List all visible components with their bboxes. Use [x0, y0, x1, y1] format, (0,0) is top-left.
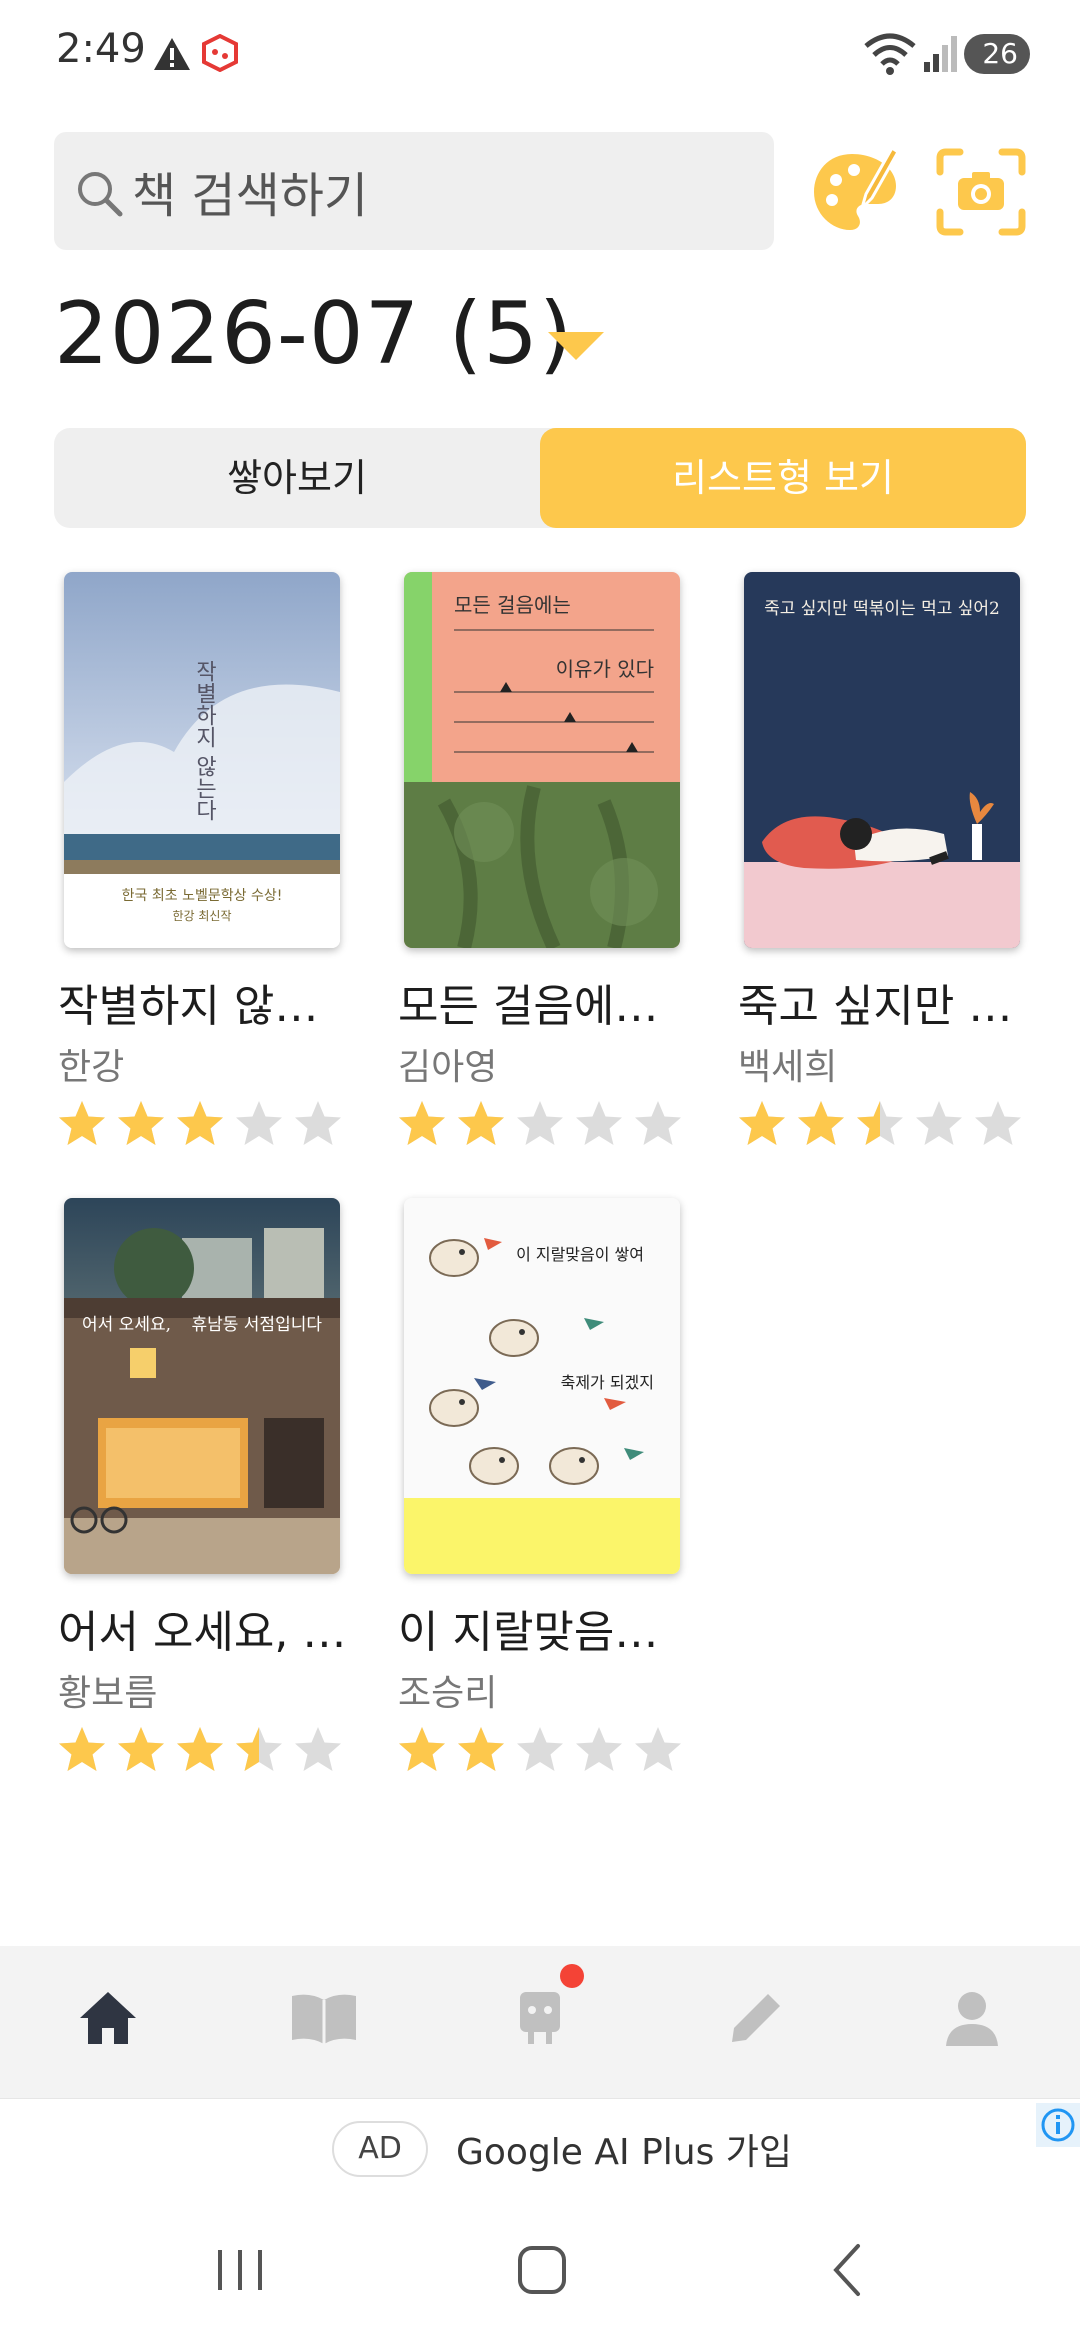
cover-title-line1: 모든 걸음에는 — [454, 593, 571, 617]
book-cover[interactable]: 모든 걸음에는 이유가 있다 — [404, 572, 680, 948]
book-author: 황보름 — [58, 1673, 158, 1714]
book-item[interactable]: 작별하지 않는다 한국 최초 노벨문학상 수상! 한강 최신작 작별하지 않는다… — [54, 572, 354, 1172]
star-icon — [975, 1101, 1021, 1145]
nav-write[interactable] — [716, 1976, 796, 2060]
cover-title-line1: 이 지랄맞음이 쌓여 — [516, 1245, 644, 1264]
app-notification-icon — [202, 34, 238, 72]
book-author: 한강 — [58, 1047, 125, 1088]
person-icon — [946, 1992, 998, 2046]
star-icon — [857, 1101, 903, 1145]
book-item[interactable]: 죽고 싶지만 떡볶이는 먹고 싶어2 죽고 싶지만 떡볶이는 먹고 싶어 2 백… — [734, 572, 1034, 1172]
camera-scan-icon[interactable] — [934, 148, 1028, 236]
book-author: 조승리 — [398, 1673, 498, 1714]
book-author: 백세희 — [738, 1047, 838, 1088]
star-icon — [59, 1101, 105, 1145]
robot-icon — [520, 1992, 560, 2044]
star-icon — [517, 1727, 563, 1771]
star-icon — [517, 1101, 563, 1145]
star-rating — [736, 1098, 1036, 1150]
search-icon — [78, 172, 123, 217]
book-title: 어서 오세요, 휴남동 서점입니다 — [58, 1607, 354, 1658]
star-icon — [458, 1727, 504, 1771]
ad-label: AD — [332, 2121, 428, 2177]
battery-indicator: 26 — [964, 34, 1030, 74]
star-icon — [458, 1101, 504, 1145]
book-cover[interactable]: 어서 오세요, 휴남동 서점입니다 — [64, 1198, 340, 1574]
book-item[interactable]: 이 지랄맞음이 쌓여 축제가 되겠지 이 지랄맞음이 쌓여 축제가 되겠지 조승… — [394, 1198, 694, 1798]
wifi-icon — [864, 33, 916, 75]
book-open-icon — [292, 1994, 356, 2044]
star-icon — [635, 1727, 681, 1771]
status-bar: 2:49 26 — [0, 0, 1080, 110]
star-icon — [798, 1101, 844, 1145]
caret-down-icon[interactable] — [546, 328, 606, 362]
book-author: 김아영 — [398, 1047, 498, 1088]
back-icon[interactable] — [806, 2234, 886, 2304]
nav-library[interactable] — [284, 1976, 364, 2060]
notification-badge — [560, 1964, 584, 1988]
info-icon[interactable] — [1036, 2103, 1080, 2147]
star-icon — [59, 1727, 105, 1771]
star-icon — [118, 1727, 164, 1771]
home-icon — [80, 1992, 136, 2044]
ad-banner[interactable]: AD Google AI Plus 가입 — [0, 2098, 1080, 2196]
book-title: 모든 걸음에는 이유가 있다 — [398, 981, 694, 1032]
ad-text[interactable]: Google AI Plus 가입 — [456, 2123, 792, 2175]
star-rating — [56, 1724, 356, 1776]
nav-profile[interactable] — [932, 1976, 1012, 2060]
warning-icon — [154, 38, 190, 70]
star-icon — [118, 1101, 164, 1145]
cover-tagline: 한국 최초 노벨문학상 수상! — [122, 888, 283, 904]
star-icon — [576, 1101, 622, 1145]
cover-title: 죽고 싶지만 떡볶이는 먹고 싶어2 — [764, 599, 1000, 619]
star-rating — [396, 1724, 696, 1776]
cover-title-line2: 이유가 있다 — [556, 657, 654, 681]
cover-title-line1: 어서 오세요, — [82, 1315, 171, 1335]
book-cover[interactable]: 죽고 싶지만 떡볶이는 먹고 싶어2 — [744, 572, 1020, 948]
recent-apps-icon[interactable] — [200, 2234, 280, 2304]
view-toggle: 쌓아보기 리스트형 보기 — [54, 428, 1026, 528]
cover-subtitle: 한강 최신작 — [172, 909, 231, 923]
book-item[interactable]: 어서 오세요, 휴남동 서점입니다 어서 오세요, 휴남동 서점입니다 황보름 — [54, 1198, 354, 1798]
book-cover[interactable]: 이 지랄맞음이 쌓여 축제가 되겠지 — [404, 1198, 680, 1574]
star-icon — [236, 1101, 282, 1145]
status-time: 2:49 — [56, 26, 146, 72]
nav-bot[interactable] — [500, 1964, 584, 2060]
tab-list-view[interactable]: 리스트형 보기 — [540, 428, 1026, 528]
book-item[interactable]: 모든 걸음에는 이유가 있다 모든 걸음에는 이유가 있다 김아영 — [394, 572, 694, 1172]
star-icon — [295, 1101, 341, 1145]
cover-title: 작별하지 않는다 — [192, 660, 217, 821]
star-icon — [177, 1101, 223, 1145]
star-icon — [576, 1727, 622, 1771]
system-nav-bar — [0, 2196, 1080, 2340]
search-placeholder: 책 검색하기 — [132, 168, 369, 224]
star-icon — [399, 1727, 445, 1771]
star-icon — [739, 1101, 785, 1145]
nav-home[interactable] — [68, 1976, 148, 2060]
home-button-icon[interactable] — [502, 2234, 582, 2304]
signal-icon — [924, 36, 957, 72]
bottom-nav — [0, 1946, 1080, 2098]
star-icon — [916, 1101, 962, 1145]
star-icon — [635, 1101, 681, 1145]
star-rating — [396, 1098, 696, 1150]
book-title: 이 지랄맞음이 쌓여 축제가 되겠지 — [398, 1607, 694, 1658]
book-cover[interactable]: 작별하지 않는다 한국 최초 노벨문학상 수상! 한강 최신작 — [64, 572, 340, 948]
book-title: 작별하지 않는다 — [58, 981, 354, 1032]
star-rating — [56, 1098, 356, 1150]
tab-stack-view[interactable]: 쌓아보기 — [54, 428, 540, 528]
book-title: 죽고 싶지만 떡볶이는 먹고 싶어 2 — [738, 981, 1034, 1032]
star-icon — [177, 1727, 223, 1771]
star-icon — [236, 1727, 282, 1771]
palette-icon[interactable] — [810, 146, 902, 238]
star-icon — [399, 1101, 445, 1145]
star-icon — [295, 1727, 341, 1771]
cover-title-line2: 축제가 되겠지 — [561, 1373, 654, 1392]
cover-title-line2: 휴남동 서점입니다 — [191, 1315, 322, 1335]
month-selector-label[interactable]: 2026-07 (5) — [54, 284, 573, 384]
pencil-icon — [732, 1994, 780, 2042]
search-input[interactable]: 책 검색하기 — [54, 132, 774, 250]
